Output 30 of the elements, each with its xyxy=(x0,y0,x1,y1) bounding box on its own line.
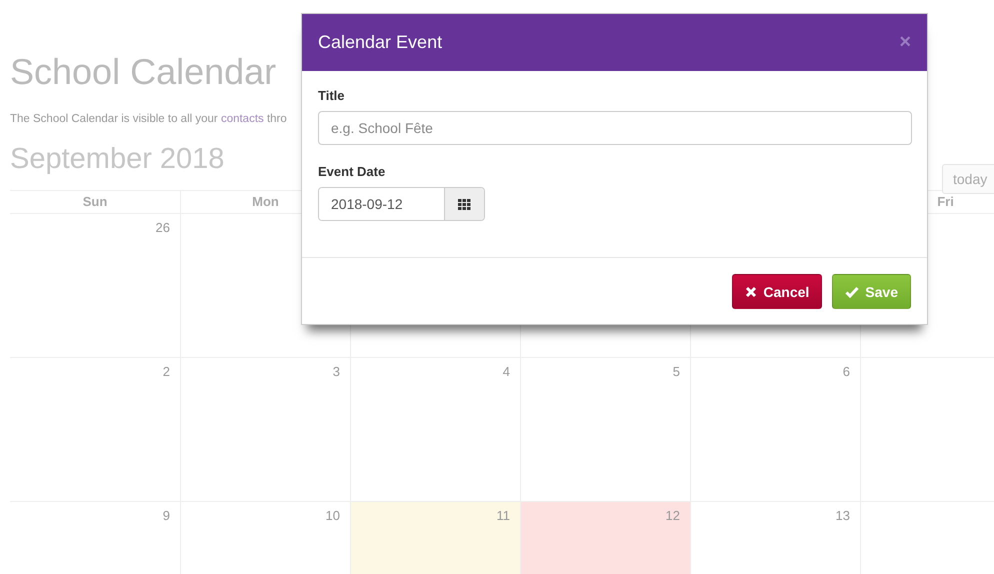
day-cell[interactable]: 6 xyxy=(690,358,860,501)
title-field[interactable]: e.g. School Fête xyxy=(318,111,912,145)
weekday-header: Fri xyxy=(937,194,954,209)
contacts-link[interactable]: contacts xyxy=(220,113,264,125)
cancel-button[interactable]: Cancel xyxy=(732,274,822,309)
calendar-button[interactable] xyxy=(444,188,484,220)
close-icon xyxy=(745,286,758,298)
dialog-title: Calendar Event xyxy=(318,32,442,53)
weekday-header: Mon xyxy=(252,194,279,209)
day-cell[interactable]: 2 xyxy=(10,358,180,501)
field-label: Title xyxy=(318,88,344,103)
save-button[interactable]: Save xyxy=(832,274,911,309)
day-cell[interactable]: 4 xyxy=(350,358,520,501)
today-button[interactable]: today xyxy=(942,164,994,194)
day-cell[interactable]: 26 xyxy=(10,214,180,357)
check-icon xyxy=(845,286,860,298)
day-cell[interactable]: 11 xyxy=(350,502,520,574)
day-cell[interactable]: 12 xyxy=(520,502,690,574)
day-cell[interactable]: 5 xyxy=(520,358,690,501)
day-cell[interactable]: 9 xyxy=(10,502,180,574)
weekday-header: Sun xyxy=(82,194,108,209)
field-label: Event Date xyxy=(318,164,386,179)
date-field[interactable]: 2018-09-12 xyxy=(318,187,485,221)
month-title: September 2018 xyxy=(10,142,224,176)
page-title: School Calendar xyxy=(10,52,276,92)
grid-icon xyxy=(458,198,471,210)
day-cell[interactable]: 13 xyxy=(690,502,860,574)
description-text: The School Calendar is visible to all your contacts thro xyxy=(10,113,288,125)
close-button[interactable]: × xyxy=(899,31,911,54)
day-cell[interactable]: 3 xyxy=(180,358,350,501)
